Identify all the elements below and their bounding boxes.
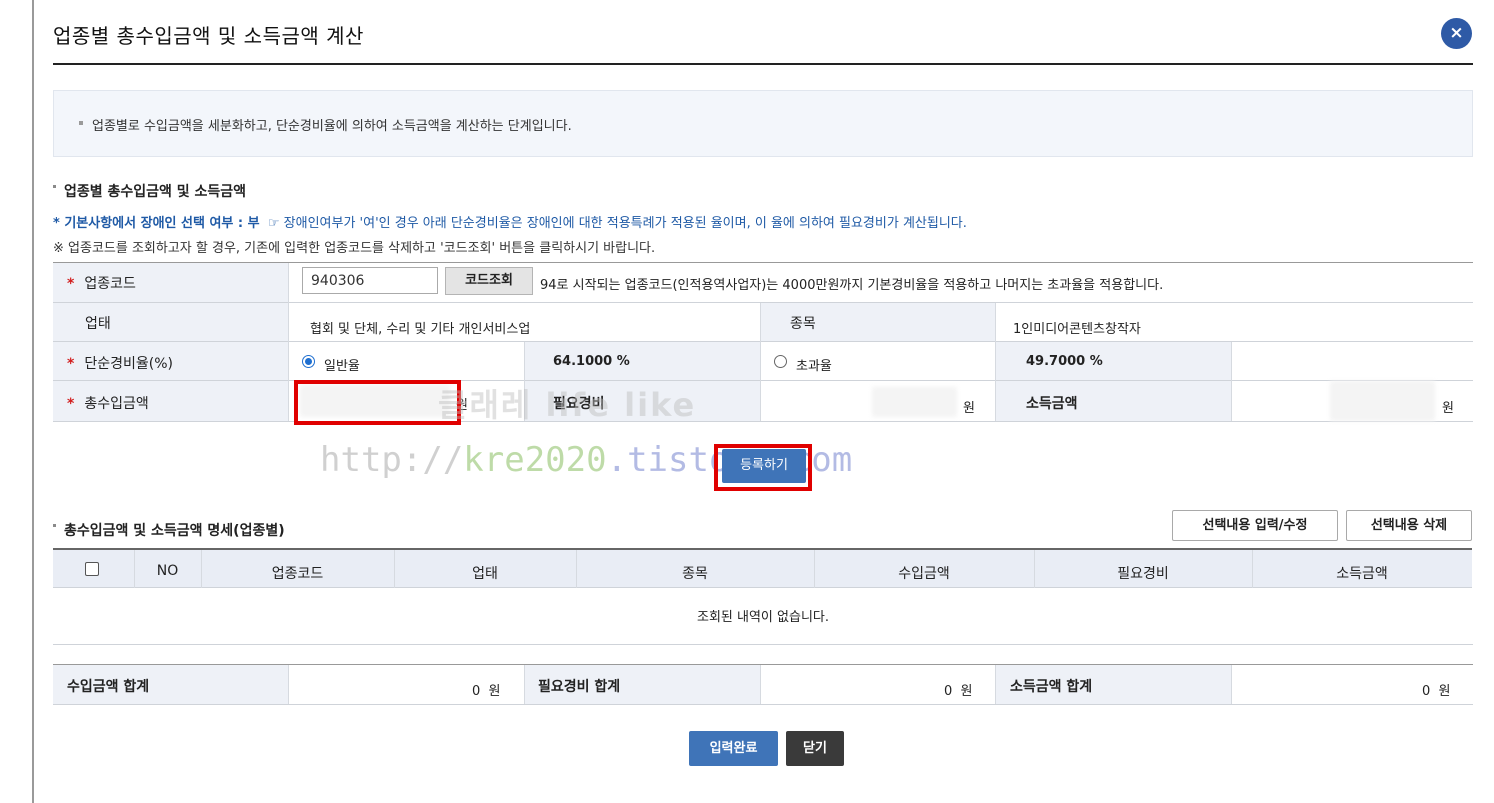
dialog-title: 업종별 총수입금액 및 소득금액 계산 — [53, 24, 364, 48]
code-hint: 94로 시작되는 업종코드(인적용역사업자)는 4000만원까지 기본경비율을 … — [540, 278, 1164, 293]
row-divider — [53, 380, 1473, 381]
totals-bottom-border — [53, 704, 1473, 705]
total-profit-label: 소득금액 합계 — [1010, 679, 1093, 695]
rate-general-radio[interactable] — [302, 355, 315, 368]
total-expense-value: 0 원 — [944, 684, 973, 699]
section-title-detail: 총수입금액 및 소득금액 명세(업종별) — [53, 520, 285, 540]
total-profit-value: 0 원 — [1422, 684, 1451, 699]
expense-value — [872, 387, 957, 417]
watermark-text: 클래레 life like — [438, 386, 697, 424]
business-value: 협회 및 단체, 수리 및 기타 개인서비스업 — [310, 322, 531, 337]
bullet-icon — [53, 185, 56, 188]
edit-selected-button[interactable]: 선택내용 입력/수정 — [1172, 510, 1338, 541]
col-header-income: 수입금액 — [898, 566, 950, 582]
col-divider — [1231, 342, 1232, 421]
intro-box: 업종별로 수입금액을 세분화하고, 단순경비율에 의하여 소득금액을 계산하는 … — [53, 90, 1473, 157]
profit-unit: 원 — [1442, 401, 1454, 416]
table-bottom-border — [53, 644, 1473, 645]
col-header-expense: 필요경비 — [1117, 566, 1169, 582]
col-divider — [760, 303, 761, 421]
code-label: * 업종코드 — [67, 276, 136, 292]
rate-excess-label: 초과율 — [796, 359, 832, 374]
col-header-business: 업태 — [472, 566, 498, 582]
row-divider — [53, 341, 1473, 342]
delete-selected-button[interactable]: 선택내용 삭제 — [1346, 510, 1472, 541]
code-lookup-note: ※ 업종코드를 조회하고자 할 경우, 기존에 입력한 업종코드를 삭제하고 '… — [53, 241, 656, 256]
item-label: 종목 — [790, 316, 816, 332]
rate-general-label: 일반율 — [324, 359, 360, 374]
close-icon[interactable]: × — [1441, 18, 1472, 49]
col-divider — [288, 665, 289, 704]
col-divider — [524, 665, 525, 704]
expense-unit: 원 — [963, 401, 975, 416]
col-divider — [1231, 665, 1232, 704]
income-label: * 총수입금액 — [67, 396, 149, 412]
rate-label: * 단순경비율(%) — [67, 356, 173, 372]
total-expense-label: 필요경비 합계 — [538, 679, 621, 695]
highlight-register-button — [714, 444, 812, 491]
bullet-icon — [53, 524, 56, 527]
rate-excess-radio[interactable] — [774, 355, 787, 368]
item-value: 1인미디어콘텐츠창작자 — [1013, 322, 1141, 337]
rate-general-value: 64.1000 % — [553, 354, 630, 369]
select-all-checkbox[interactable] — [85, 562, 99, 576]
close-button[interactable]: 닫기 — [786, 731, 844, 766]
rate-excess-value: 49.7000 % — [1026, 354, 1103, 369]
total-income-value: 0 원 — [472, 684, 501, 699]
code-input[interactable]: 940306 — [302, 267, 438, 294]
profit-value — [1330, 381, 1435, 421]
intro-text: 업종별로 수입금액을 세분화하고, 단순경비율에 의하여 소득금액을 계산하는 … — [92, 119, 572, 134]
bullet-icon — [79, 121, 83, 125]
col-divider — [288, 263, 289, 421]
code-lookup-button[interactable]: 코드조회 — [445, 267, 533, 295]
business-label: 업태 — [85, 316, 111, 332]
total-income-label: 수입금액 합계 — [67, 679, 150, 695]
section-title-income: 업종별 총수입금액 및 소득금액 — [53, 181, 246, 201]
col-header-no: NO — [156, 563, 179, 579]
col-divider — [760, 665, 761, 704]
col-header-profit: 소득금액 — [1336, 566, 1388, 582]
complete-button[interactable]: 입력완료 — [689, 731, 778, 766]
highlight-income-input — [294, 380, 461, 425]
col-divider — [995, 303, 996, 421]
col-header-code: 업종코드 — [271, 566, 324, 582]
empty-message: 조회된 내역이 없습니다. — [697, 610, 829, 625]
col-divider — [995, 665, 996, 704]
title-divider — [53, 63, 1473, 65]
col-header-item: 종목 — [682, 566, 708, 582]
disabled-note: * 기본사항에서 장애인 선택 여부 : 부 ☞ 장애인여부가 '여'인 경우 … — [53, 216, 967, 231]
row-divider — [53, 421, 1473, 422]
row-divider — [53, 302, 1473, 303]
profit-label: 소득금액 — [1026, 396, 1078, 412]
